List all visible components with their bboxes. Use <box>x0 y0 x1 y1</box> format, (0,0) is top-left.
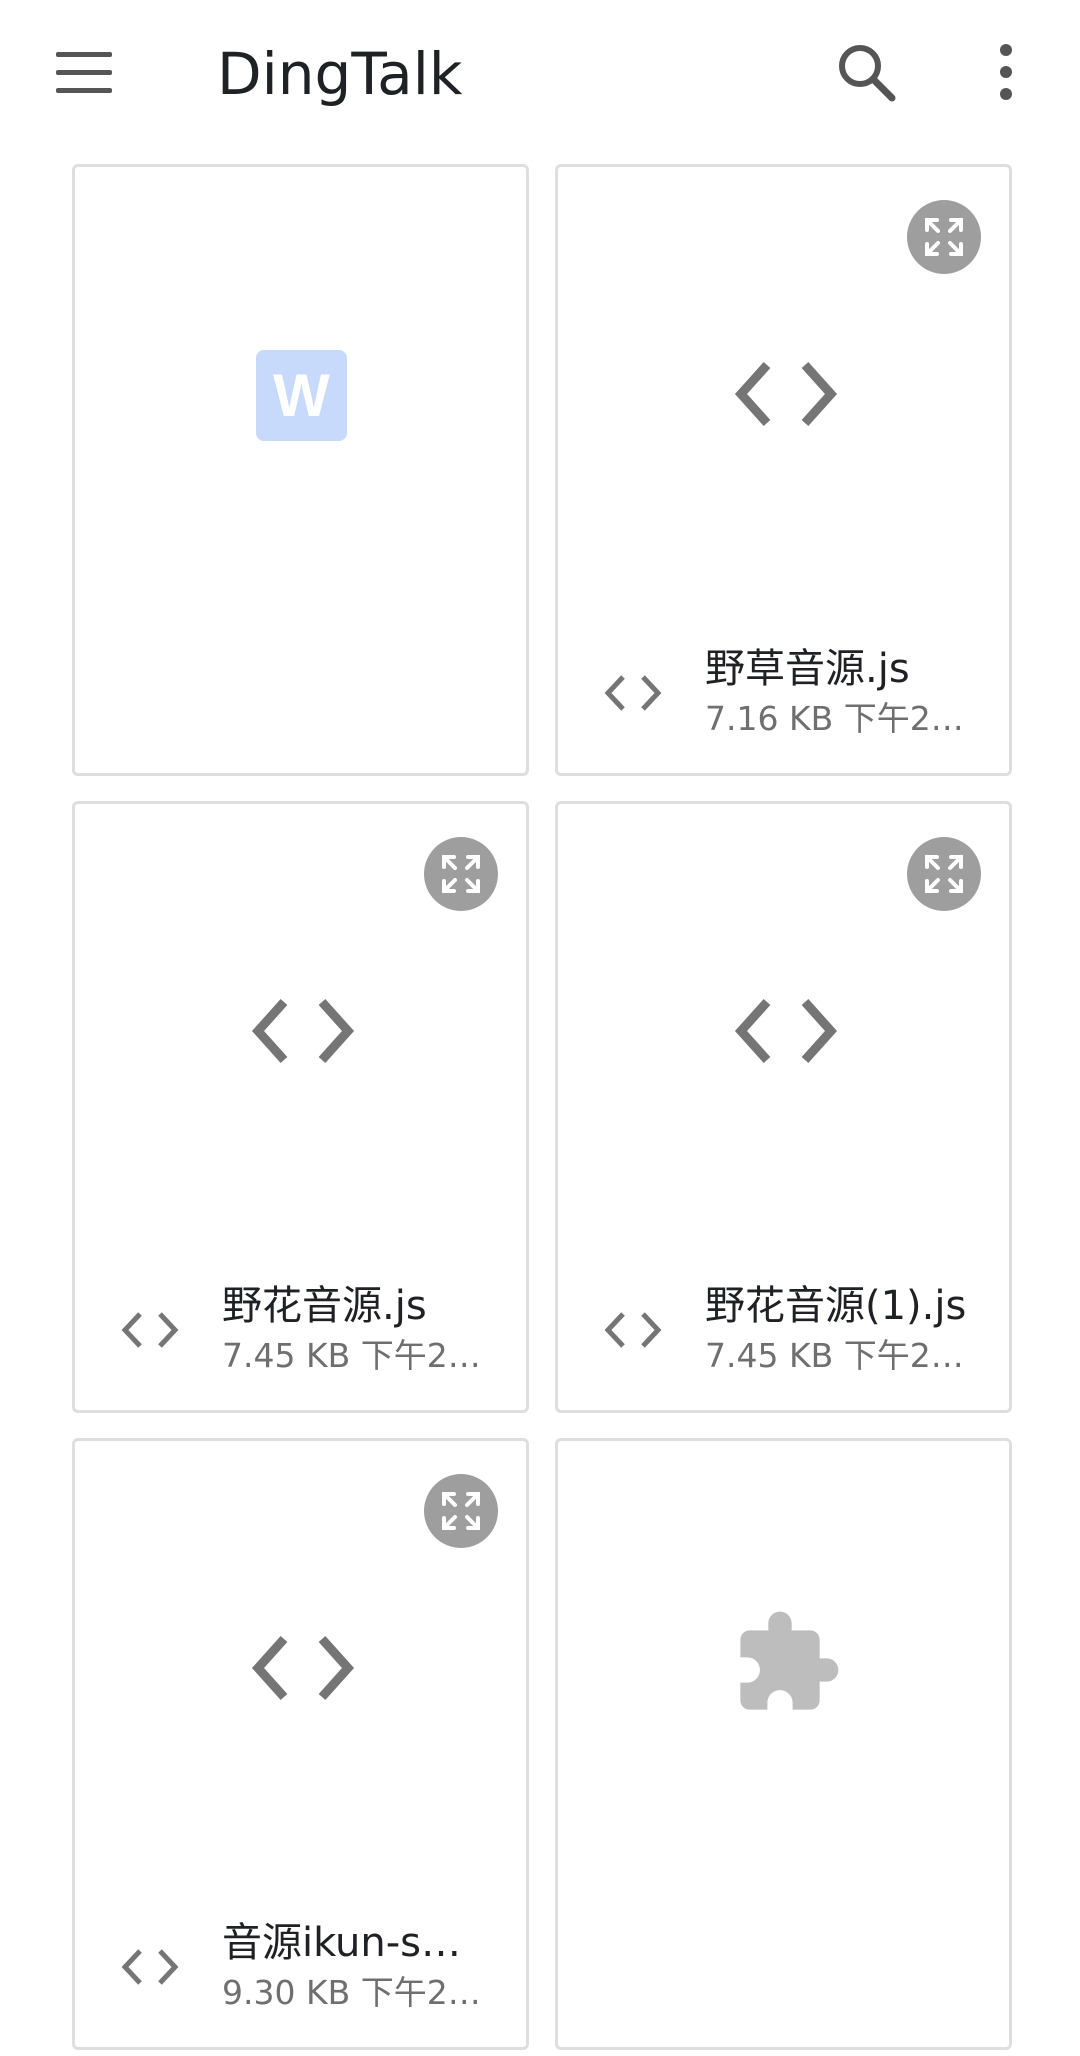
word-document-icon: W <box>256 350 347 441</box>
search-button[interactable] <box>830 36 902 108</box>
code-icon <box>604 1312 662 1348</box>
expand-icon <box>424 1474 498 1548</box>
file-card[interactable]: 野草音源.js 7.16 KB 下午2… <box>555 164 1012 776</box>
code-icon <box>604 675 662 711</box>
expand-button[interactable] <box>907 837 981 911</box>
app-bar: DingTalk <box>0 0 1080 150</box>
menu-icon-line <box>56 88 112 93</box>
expand-button[interactable] <box>424 837 498 911</box>
file-card[interactable]: 野花音源.js 7.45 KB 下午2… <box>72 801 529 1413</box>
expand-icon <box>907 837 981 911</box>
code-icon <box>121 1312 179 1348</box>
code-thumbnail-icon <box>734 361 838 427</box>
file-meta: 7.45 KB 下午2… <box>705 1336 964 1375</box>
file-card[interactable]: 音源ikun-s… 9.30 KB 下午2… <box>72 1438 529 2050</box>
code-thumbnail-icon <box>251 998 355 1064</box>
menu-button[interactable] <box>44 38 124 108</box>
file-name: 野花音源.js <box>222 1283 427 1329</box>
more-vert-icon <box>1000 44 1012 100</box>
file-meta: 9.30 KB 下午2… <box>222 1973 481 2012</box>
file-name: 野草音源.js <box>705 646 910 692</box>
menu-icon-line <box>56 70 112 75</box>
menu-icon <box>56 52 112 57</box>
code-thumbnail-icon <box>734 998 838 1064</box>
expand-icon <box>907 200 981 274</box>
search-icon <box>839 45 896 102</box>
file-card-extension[interactable] <box>555 1438 1012 2050</box>
file-meta: 7.16 KB 下午2… <box>705 699 964 738</box>
file-name: 音源ikun-s… <box>222 1920 462 1966</box>
more-options-button[interactable] <box>970 36 1042 108</box>
code-thumbnail-icon <box>251 1635 355 1701</box>
expand-button[interactable] <box>424 1474 498 1548</box>
file-name: 野花音源(1).js <box>705 1283 967 1329</box>
expand-button[interactable] <box>907 200 981 274</box>
expand-icon <box>424 837 498 911</box>
file-card-document[interactable]: W <box>72 164 529 776</box>
puzzle-icon <box>740 1611 839 1710</box>
file-card[interactable]: 野花音源(1).js 7.45 KB 下午2… <box>555 801 1012 1413</box>
file-meta: 7.45 KB 下午2… <box>222 1336 481 1375</box>
app-title: DingTalk <box>217 40 463 108</box>
code-icon <box>121 1949 179 1985</box>
